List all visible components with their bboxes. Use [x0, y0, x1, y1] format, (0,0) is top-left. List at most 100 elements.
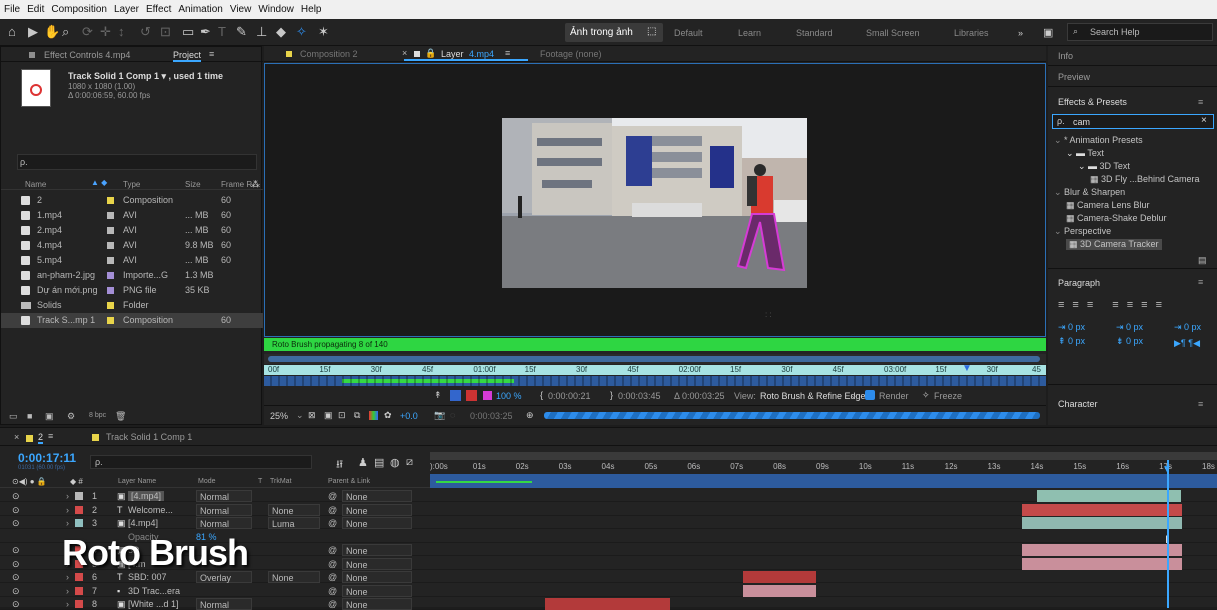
draft-3d-icon[interactable]: ⭿	[336, 456, 343, 475]
layer-name[interactable]: [4.mp4]	[128, 518, 158, 528]
layer-duration-bar[interactable]	[1037, 490, 1181, 502]
dolly-tool-icon[interactable]: ↕	[118, 25, 125, 39]
active-workspace[interactable]: Ảnh trong ảnh ⬚	[565, 23, 663, 42]
col-type[interactable]: Type	[123, 180, 140, 189]
blend-mode-dropdown[interactable]: Normal	[196, 598, 252, 610]
work-area-bar[interactable]	[430, 474, 1217, 488]
pick-whip-icon[interactable]: @	[328, 518, 337, 528]
effects-tree-item[interactable]: ⌄ Blur & Sharpen	[1054, 187, 1125, 198]
show-snapshot-icon[interactable]: ◌	[450, 410, 455, 420]
col-size[interactable]: Size	[185, 180, 201, 189]
project-item[interactable]: Dự án mới.png PNG file 35 KB	[1, 283, 263, 298]
space-after[interactable]: ⇟ 0 px	[1116, 336, 1143, 347]
parent-dropdown[interactable]: None	[342, 557, 412, 570]
layer-row[interactable]: ⊙ › 7 ▪ 3D Trac...era @ None	[0, 584, 1217, 597]
expand-icon[interactable]: ›	[66, 505, 69, 515]
col-mode[interactable]: Mode	[198, 478, 216, 485]
mask-icon[interactable]: ⧉	[354, 410, 360, 421]
blend-mode-dropdown[interactable]: Normal	[196, 503, 252, 516]
panel-menu-icon[interactable]: ≡	[1198, 277, 1203, 287]
effects-tree-item[interactable]: ▦ Camera-Shake Deblur	[1066, 213, 1167, 224]
tab-menu-icon[interactable]: ≡	[505, 48, 510, 58]
parent-dropdown[interactable]: None	[342, 571, 412, 583]
pick-whip-icon[interactable]: @	[328, 599, 337, 609]
trash-icon[interactable]: 🗑	[115, 411, 126, 422]
clone-stamp-icon[interactable]: ⊥	[256, 25, 267, 39]
timeline-navigator[interactable]	[430, 452, 1217, 460]
work-area-range[interactable]	[268, 356, 1040, 362]
chevron-down-icon[interactable]: ⌄	[850, 390, 858, 401]
visibility-icon[interactable]: ⊙	[12, 545, 20, 556]
col-trkmat[interactable]: TrkMat	[270, 478, 292, 485]
label-color-swatch[interactable]	[107, 287, 114, 294]
parent-dropdown[interactable]: None	[342, 503, 412, 516]
effects-tree-item[interactable]: ⌄ ▬ 3D Text	[1078, 161, 1130, 172]
orbit-tool-icon[interactable]: ⟳	[82, 25, 93, 39]
grid-icon[interactable]: ⊡	[338, 410, 346, 421]
expand-icon[interactable]: ›	[66, 518, 69, 528]
selection-tool-icon[interactable]: ▶	[28, 25, 38, 39]
work-area-bar[interactable]	[264, 354, 1046, 364]
project-item[interactable]: 2 Composition 60	[1, 193, 263, 208]
menu-composition[interactable]: Composition	[51, 4, 107, 15]
label-color-swatch[interactable]	[75, 586, 83, 595]
visibility-icon[interactable]: ⊙	[12, 491, 20, 502]
tab-menu-icon[interactable]: ≡	[48, 431, 53, 441]
timeline-search-input[interactable]: ρ.	[90, 455, 312, 469]
home-icon[interactable]: ⌂	[8, 25, 16, 39]
tab-footage[interactable]: Footage (none)	[540, 49, 602, 59]
workspace-more[interactable]: »	[1018, 28, 1023, 38]
blend-mode-dropdown[interactable]: Normal	[196, 490, 252, 502]
frame-blend-icon[interactable]: ▤	[374, 456, 384, 469]
menu-edit[interactable]: Edit	[27, 4, 44, 15]
roto-propagation-track[interactable]	[264, 376, 1046, 386]
col-name[interactable]: Name	[25, 180, 46, 189]
timeline-ruler[interactable]: ):00s 01s 02s 03s 04s 05s 06s 07s 08s 09s 10s 11s 12…	[430, 460, 1217, 474]
tab-layer-name[interactable]: 4.mp4	[469, 49, 494, 59]
pick-whip-icon[interactable]: @	[328, 559, 337, 569]
label-color-swatch[interactable]	[107, 257, 114, 264]
project-item[interactable]: 2.mp4 AVI ... MB 60	[1, 223, 263, 238]
new-folder-icon[interactable]: ■	[27, 411, 32, 421]
project-item[interactable]: 1.mp4 AVI ... MB 60	[1, 208, 263, 223]
layer-time-ruler[interactable]: 00f 15f 30f 45f 01:00f 15f 30f 45f 02:00f 15f 30f 4…	[264, 363, 1046, 375]
workspace-standard[interactable]: Standard	[796, 28, 833, 38]
col-layer-name[interactable]: Layer Name	[118, 478, 156, 485]
panel-menu-icon[interactable]: ≡	[1198, 399, 1203, 409]
pick-whip-icon[interactable]: @	[328, 572, 337, 582]
pen-tool-icon[interactable]: ✒	[200, 25, 211, 39]
search-help-input[interactable]: ⌕ Search Help	[1067, 23, 1213, 41]
alpha-icon[interactable]	[450, 390, 461, 401]
menu-help[interactable]: Help	[301, 4, 322, 15]
pick-whip-icon[interactable]: @	[328, 586, 337, 596]
rotate-tool-icon[interactable]: ↺	[140, 25, 151, 39]
interpret-footage-icon[interactable]: ▭	[9, 411, 18, 422]
panel-menu-icon[interactable]: ≡	[1198, 97, 1203, 107]
label-color-swatch[interactable]	[107, 227, 114, 234]
parent-dropdown[interactable]: None	[342, 544, 412, 556]
track-matte-dropdown[interactable]: None	[268, 571, 320, 583]
layer-name[interactable]: 3D Trac...era	[128, 586, 180, 596]
label-color-swatch[interactable]	[75, 505, 83, 514]
effects-tree-item[interactable]: ▦ 3D Fly ...Behind Camera	[1090, 174, 1200, 185]
viewer-canvas[interactable]: : :	[264, 63, 1046, 337]
menu-window[interactable]: Window	[258, 4, 294, 15]
layer-name[interactable]: Welcome...	[128, 505, 173, 515]
bit-depth[interactable]: 8 bpc	[89, 412, 106, 419]
label-color-swatch[interactable]	[107, 212, 114, 219]
menu-view[interactable]: View	[230, 4, 252, 15]
space-before[interactable]: ⇞ 0 px	[1058, 336, 1085, 347]
layer-duration-bar[interactable]	[743, 584, 816, 597]
pin-icon[interactable]: ↟	[434, 390, 442, 401]
eraser-tool-icon[interactable]: ◆	[276, 25, 286, 39]
visibility-icon[interactable]: ⊙	[12, 572, 20, 583]
hand-tool-icon[interactable]: ✋	[44, 25, 60, 39]
channel-icon[interactable]	[369, 411, 378, 420]
exposure-value[interactable]: +0.0	[400, 411, 418, 421]
project-item[interactable]: an-pham-2.jpg Importe...G 1.3 MB	[1, 268, 263, 283]
blend-mode-dropdown[interactable]: Normal	[196, 517, 252, 529]
flowchart-icon[interactable]: ⁂	[251, 179, 260, 190]
overlay-opacity[interactable]: 100 %	[496, 391, 522, 401]
chevron-down-icon[interactable]: ⌄	[296, 410, 304, 421]
label-color-swatch[interactable]	[107, 242, 114, 249]
